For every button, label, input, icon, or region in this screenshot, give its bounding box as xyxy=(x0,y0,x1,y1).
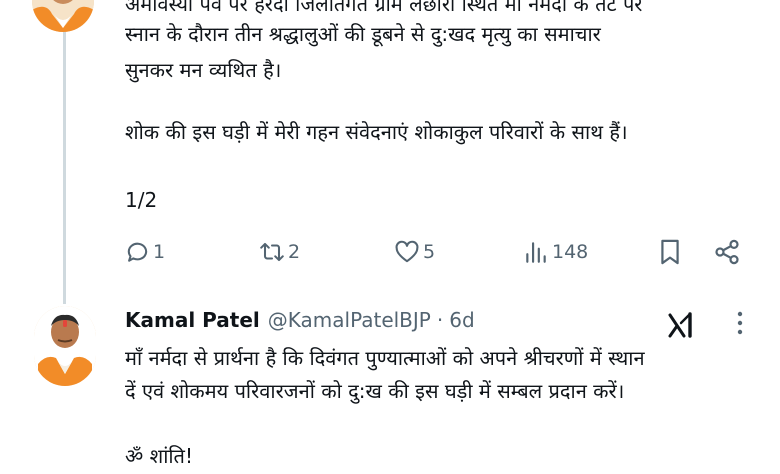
reply-icon xyxy=(127,242,148,262)
like-count: 5 xyxy=(423,241,436,263)
grok-button[interactable] xyxy=(667,309,697,339)
avatar-photo-icon xyxy=(34,306,96,386)
thread-counter: 1/2 xyxy=(125,188,158,212)
tweet-text-line: माँ नर्मदा से प्रार्थना है कि दिवंगत पुण… xyxy=(125,346,645,370)
tweet-text-line: ॐ शांति! xyxy=(125,444,193,468)
avatar-photo-icon xyxy=(32,0,94,32)
views-icon xyxy=(526,242,546,263)
grok-icon xyxy=(668,312,692,338)
like-button[interactable]: 5 xyxy=(393,232,435,272)
avatar[interactable] xyxy=(34,306,96,386)
more-options-button[interactable] xyxy=(730,309,750,339)
bookmark-button[interactable] xyxy=(658,232,682,272)
retweet-count: 2 xyxy=(288,241,301,263)
tweet-timestamp[interactable]: 6d xyxy=(449,308,474,332)
retweet-button[interactable]: 2 xyxy=(258,232,300,272)
like-icon xyxy=(395,240,419,263)
reply-button[interactable]: 1 xyxy=(125,232,165,272)
view-count: 148 xyxy=(552,241,589,263)
share-button[interactable] xyxy=(713,232,741,272)
share-icon xyxy=(715,239,739,265)
bookmark-icon xyxy=(661,239,679,265)
retweet-icon xyxy=(260,242,284,262)
avatar[interactable] xyxy=(32,0,94,32)
header-separator: · xyxy=(436,308,444,332)
views-button[interactable]: 148 xyxy=(523,232,588,272)
tweet-text-line: सुनकर मन व्यथित है। xyxy=(125,58,282,82)
author-name[interactable]: Kamal Patel xyxy=(125,308,260,332)
tweet-text-line: शोक की इस घड़ी में मेरी गहन संवेदनाएं शो… xyxy=(125,120,628,144)
author-handle[interactable]: @KamalPatelBJP xyxy=(268,308,431,332)
more-icon xyxy=(737,311,743,335)
tweet-header: Kamal Patel @KamalPatelBJP · 6d xyxy=(125,305,475,335)
tweet-action-bar: 1 2 5 148 xyxy=(125,232,745,272)
tweet-text-line: दें एवं शोकमय परिवारजनों को दु:ख की इस घ… xyxy=(125,379,625,403)
reply-count: 1 xyxy=(153,241,166,263)
tweet-text-line: स्नान के दौरान तीन श्रद्धालुओं की डूबने … xyxy=(125,22,601,46)
thread-connector-line xyxy=(63,28,66,304)
